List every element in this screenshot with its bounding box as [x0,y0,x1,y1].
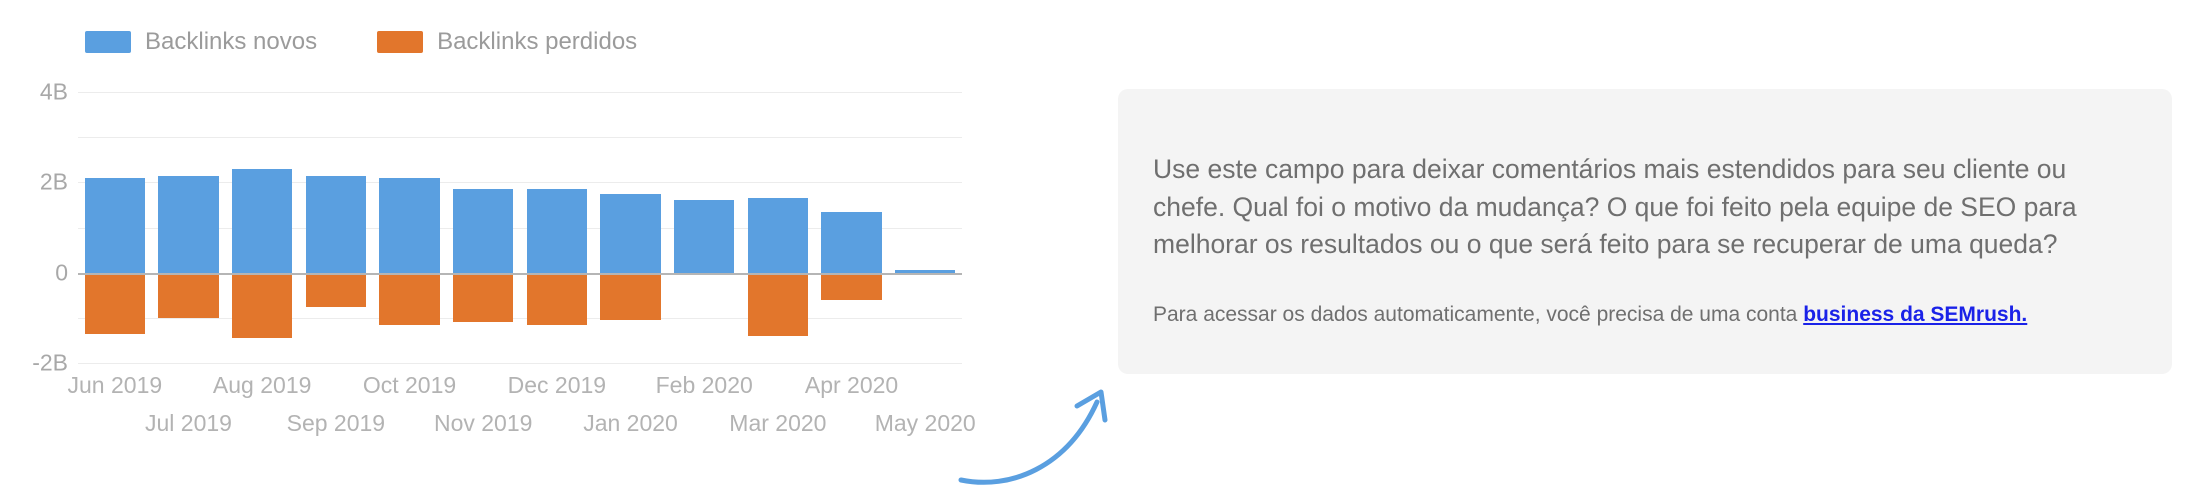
bar-group[interactable] [594,92,668,363]
y-axis-tick-label: -2B [32,349,68,376]
x-axis-tick: Sep 2019 [287,368,385,448]
legend-item-label: Backlinks perdidos [437,28,638,55]
bar-group[interactable] [299,92,373,363]
y-axis: 4B 2B 0 -2B [0,79,68,376]
bar-group[interactable] [78,92,152,363]
x-axis-tick: Mar 2020 [729,368,826,448]
x-axis-tick-label: Mar 2020 [729,410,827,436]
bar-positive[interactable] [379,177,440,273]
x-axis-labels: Jun 2019 Jul 2019 Aug 2019 Sep 2019 Oct 2019… [68,368,976,448]
bar-group[interactable] [667,92,741,363]
bar-negative[interactable] [305,272,367,307]
x-axis-tick-label: Apr 2020 [804,372,899,398]
bar-negative[interactable] [600,272,661,321]
bar-group[interactable] [225,92,299,363]
bar-group[interactable] [741,92,815,363]
x-axis-tick-label: Jun 2019 [67,372,163,398]
x-axis-tick-label: Nov 2019 [433,410,533,436]
curved-arrow-icon [958,389,1108,485]
bar-group[interactable] [888,92,962,363]
legend-swatch-icon [377,31,424,53]
legend-item[interactable]: Backlinks perdidos [377,28,637,56]
bar-positive[interactable] [452,189,514,273]
comment-note-text: Para acessar os dados automaticamente, v… [1153,300,2142,329]
comment-panel[interactable]: Use este campo para deixar comentários m… [1118,89,2172,374]
bar-group[interactable] [373,92,447,363]
x-axis-tick-label: Jul 2019 [145,410,232,436]
bar-negative[interactable] [452,272,514,323]
bar-group[interactable] [152,92,226,363]
bar-positive[interactable] [158,175,219,273]
x-axis-tick-label: Sep 2019 [286,410,386,436]
bar-group[interactable] [446,92,520,363]
x-axis-tick-label: Dec 2019 [507,372,607,398]
x-axis-tick: Jun 2019 [68,368,163,448]
bar-positive[interactable] [747,198,809,273]
x-axis-tick-label: Jan 2020 [583,410,678,436]
y-axis-tick-label: 4B [39,78,68,105]
legend-item-label: Backlinks novos [145,28,318,55]
x-axis-tick-label: Aug 2019 [212,372,312,398]
legend-item[interactable]: Backlinks novos [85,28,317,56]
bar-positive[interactable] [674,200,735,273]
semrush-business-link[interactable]: business da SEMrush. [1803,303,2027,326]
bar-negative[interactable] [821,272,882,300]
comment-main-text: Use este campo para deixar comentários m… [1153,154,2077,260]
bar-group[interactable] [520,92,594,363]
y-axis-tick-label: 2B [39,168,68,195]
chart-legend: Backlinks novos Backlinks perdidos [85,28,637,56]
bar-negative[interactable] [231,272,293,339]
bar-positive[interactable] [600,193,661,273]
x-axis-tick: May 2020 [875,368,976,448]
comment-panel-content: Use este campo para deixar comentários m… [1153,151,2142,329]
bar-series-container [78,92,962,363]
backlinks-chart: Backlinks novos Backlinks perdidos 4B 2B 0 -… [0,0,1108,502]
legend-swatch-icon [85,31,131,53]
bar-negative[interactable] [158,272,219,318]
bar-negative[interactable] [379,272,440,325]
bar-positive[interactable] [231,168,293,273]
bar-positive[interactable] [526,189,588,273]
bar-positive[interactable] [305,175,367,273]
bar-positive[interactable] [821,211,882,273]
x-axis-tick-label: Oct 2019 [362,372,457,398]
bar-negative[interactable] [84,272,146,334]
screenshot-root: Backlinks novos Backlinks perdidos 4B 2B 0 -… [0,0,2212,502]
y-axis-tick-label: 0 [55,259,68,286]
bar-negative[interactable] [526,272,588,325]
comment-note-prefix: Para acessar os dados automaticamente, v… [1153,302,1804,326]
x-axis-tick-label: Feb 2020 [655,372,753,398]
gridline [78,363,962,364]
bar-positive[interactable] [84,177,146,273]
bar-negative[interactable] [747,272,809,336]
bar-group[interactable] [815,92,889,363]
zero-axis-line [78,272,962,275]
